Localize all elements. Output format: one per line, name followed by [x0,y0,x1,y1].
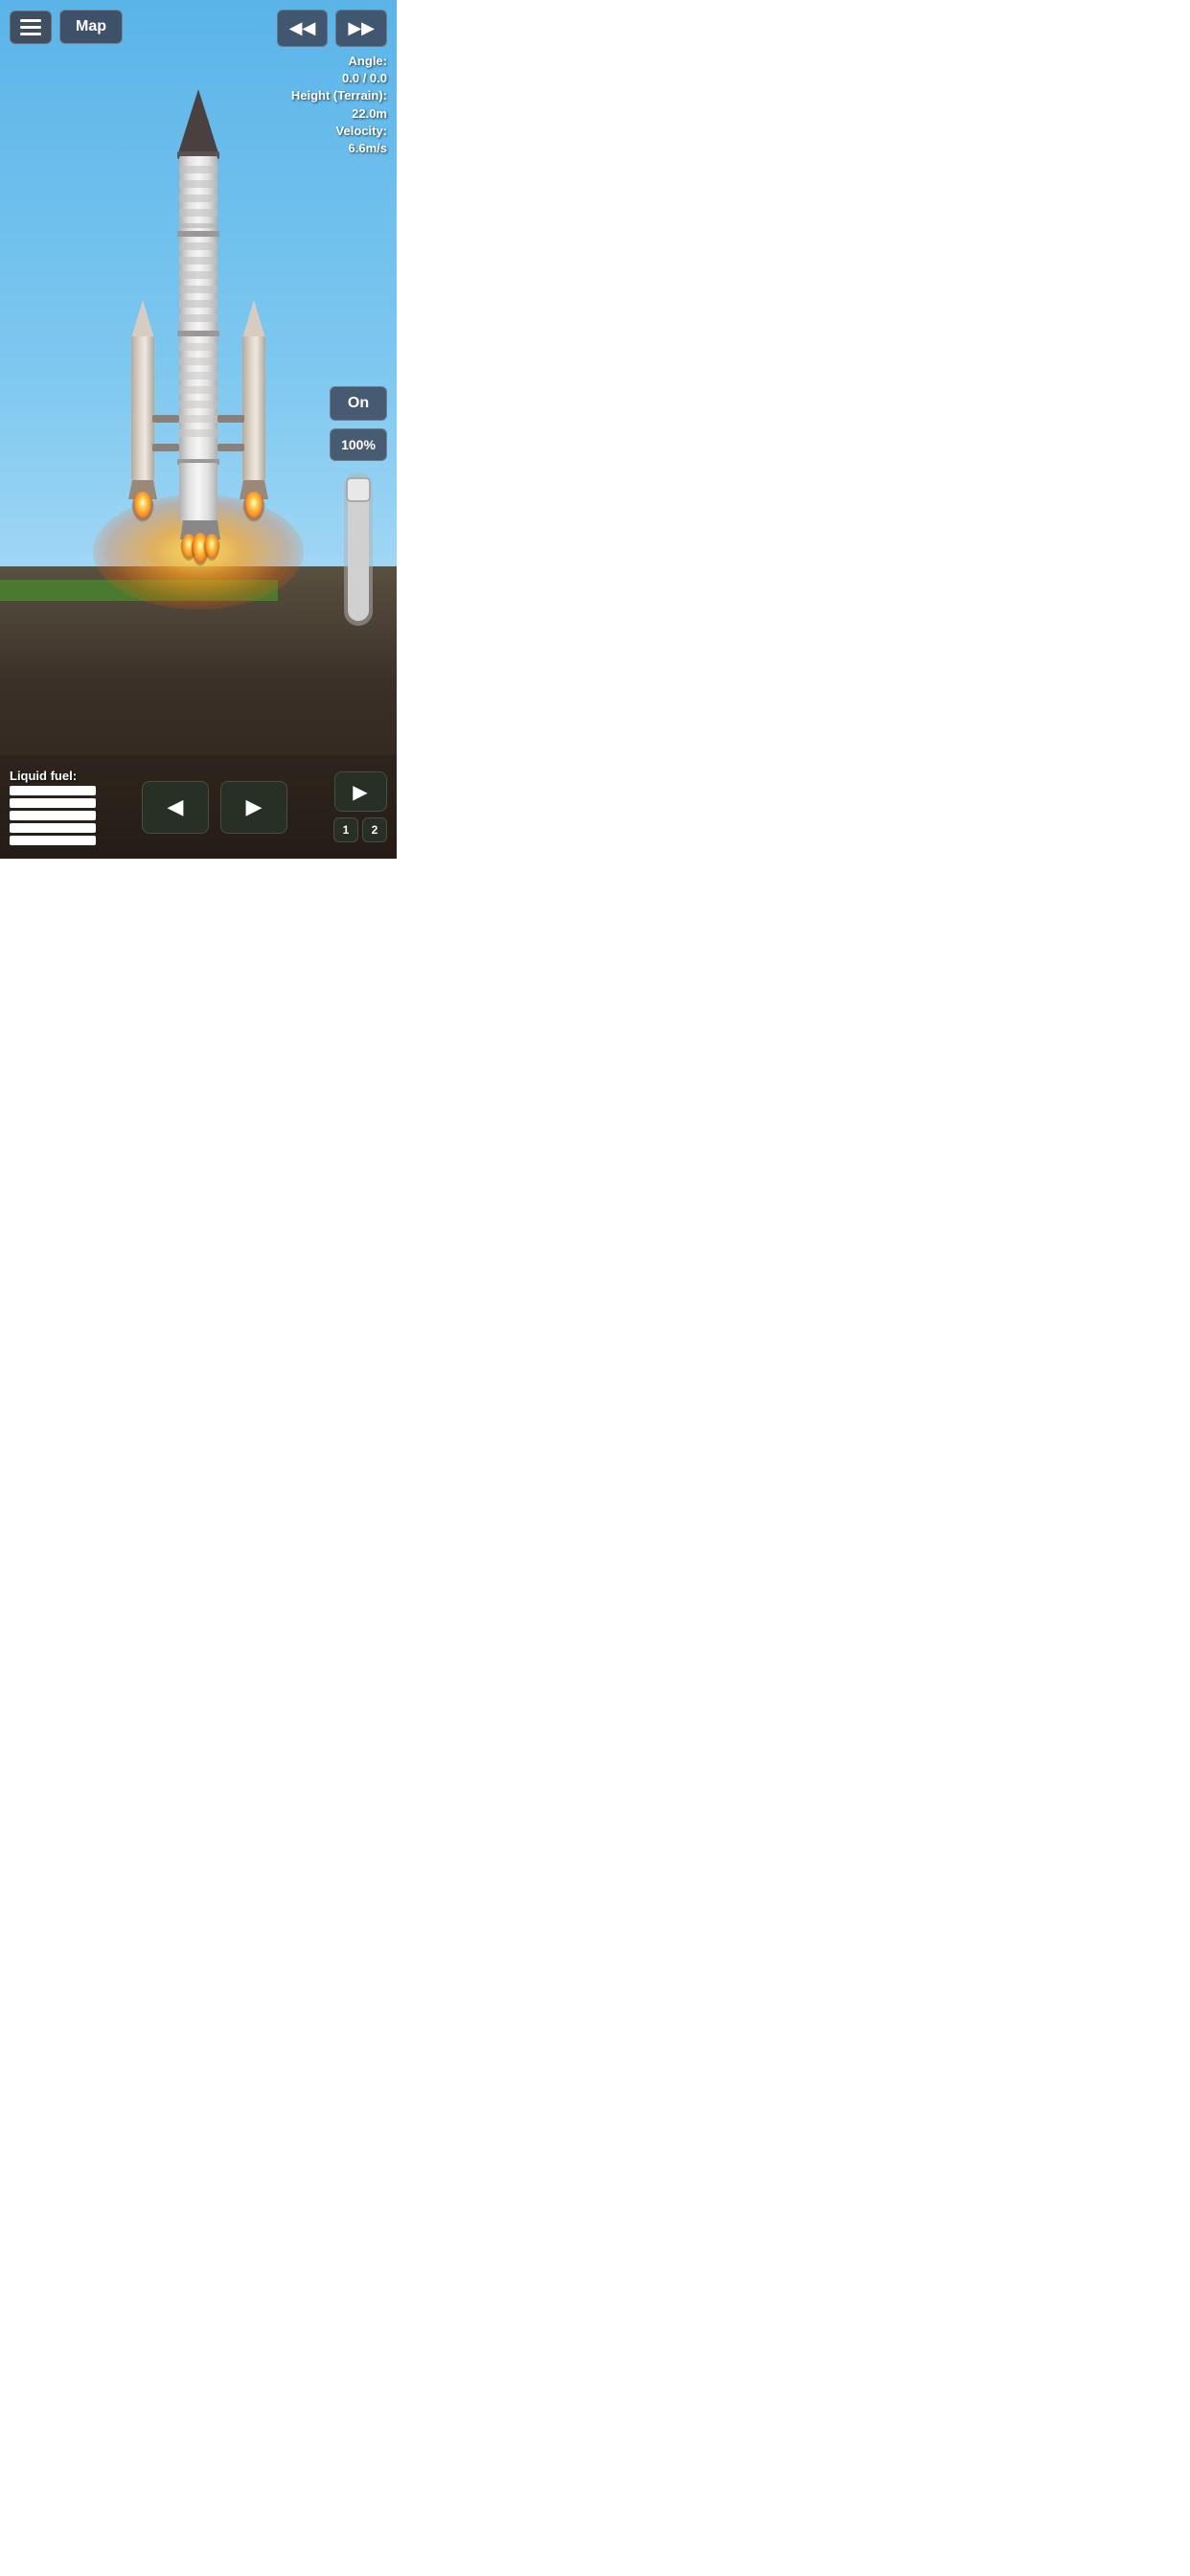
fuel-bar-3 [10,811,96,820]
top-left-buttons: Map [10,10,123,44]
throttle-handle[interactable] [346,477,371,502]
rewind-button[interactable]: ◀◀ [277,10,329,47]
nose-cone [177,89,219,156]
throttle-slider[interactable] [344,472,373,626]
bottom-arrows: ◀ ▶ [142,781,287,834]
bottom-right-controls: ▶ 1 2 [333,771,387,842]
engine-on-button[interactable]: On [330,386,387,421]
bottom-bar: Liquid fuel: ◀ ▶ ▶ 1 2 [0,755,397,859]
stage-buttons: 1 2 [333,817,387,842]
fuel-bar-5 [10,836,96,845]
fastforward-button[interactable]: ▶▶ [335,10,387,47]
throttle-percent-button[interactable]: 100% [330,428,387,461]
fuel-label: Liquid fuel: [10,769,96,783]
rotate-right-button[interactable]: ▶ [220,781,287,834]
menu-button[interactable] [10,11,52,44]
map-button[interactable]: Map [59,10,123,44]
play-button[interactable]: ▶ [334,771,387,812]
fuel-bar-1 [10,786,96,795]
right-controls: On 100% [330,386,387,626]
rocket [103,80,294,635]
fuel-bar-4 [10,823,96,833]
stage-2-button[interactable]: 2 [362,817,387,842]
fuel-bar-2 [10,798,96,808]
stage-1-button[interactable]: 1 [333,817,358,842]
game-container: Map ◀◀ ▶▶ Angle: 0.0 / 0.0 Height (Terra… [0,0,397,859]
rotate-left-button[interactable]: ◀ [142,781,209,834]
fuel-indicator: Liquid fuel: [10,769,96,845]
